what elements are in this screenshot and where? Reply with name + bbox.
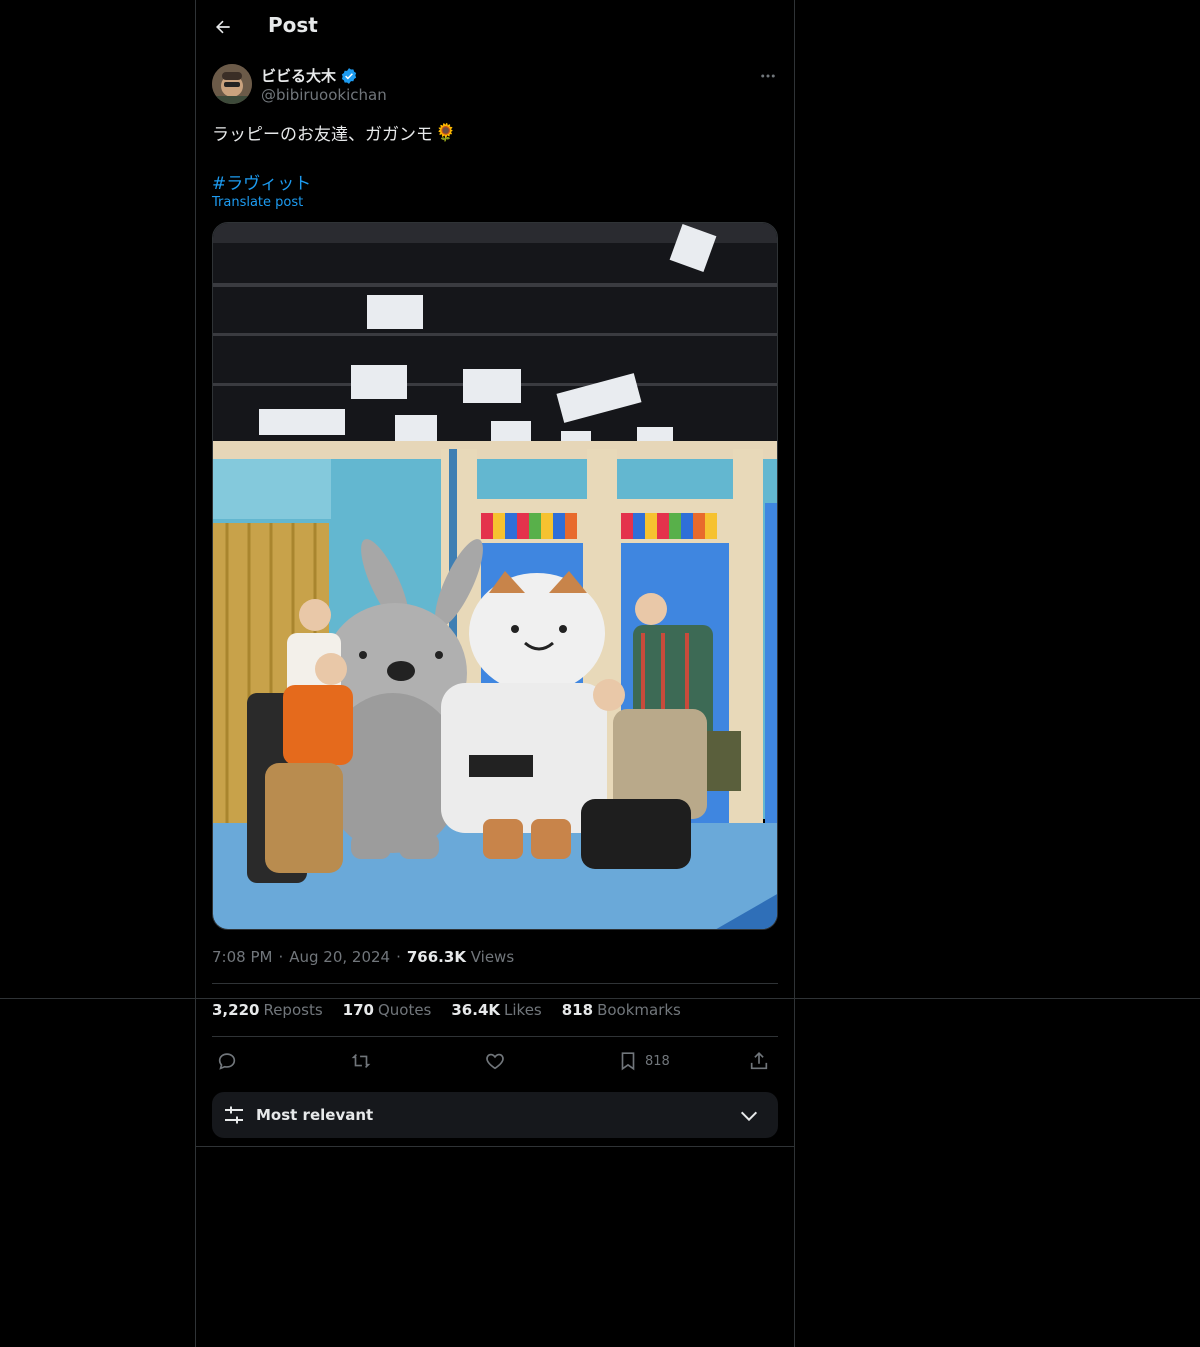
bookmarks-label: Bookmarks xyxy=(597,1001,681,1019)
reposts-label: Reposts xyxy=(263,1001,323,1019)
hashtag-link[interactable]: #ラヴィット xyxy=(212,169,311,194)
chevron-down-icon xyxy=(740,1111,758,1122)
bookmark-count: 818 xyxy=(645,1053,670,1069)
more-button[interactable] xyxy=(756,64,780,88)
bookmark-icon xyxy=(621,1052,635,1071)
sort-dropdown[interactable]: Most relevant xyxy=(212,1092,778,1138)
repost-icon xyxy=(351,1053,371,1069)
sliders-icon xyxy=(225,1106,243,1124)
share-button[interactable] xyxy=(748,1049,770,1073)
likes-count: 36.4K xyxy=(451,1001,501,1019)
views-count: 766.3K xyxy=(406,948,466,966)
bookmarks-count: 818 xyxy=(561,1001,594,1019)
post-date[interactable]: Aug 20, 2024 xyxy=(289,948,390,966)
back-button[interactable] xyxy=(210,14,236,40)
bookmarks-stat[interactable]: 818 Bookmarks xyxy=(562,1001,681,1019)
quotes-label: Quotes xyxy=(377,1001,432,1019)
top-bar: Post xyxy=(196,0,795,53)
author-handle[interactable]: @bibiruookichan xyxy=(261,86,387,104)
views-label: Views xyxy=(470,948,515,966)
more-icon xyxy=(761,74,775,78)
bookmark-button[interactable]: 818 xyxy=(617,1049,670,1073)
back-arrow-icon xyxy=(216,20,230,34)
sunflower-emoji: 🌻 xyxy=(435,122,457,143)
meta-separator: · xyxy=(396,948,401,966)
like-button[interactable] xyxy=(484,1049,506,1073)
author-name-row[interactable]: ビビる大木 xyxy=(261,65,358,86)
verified-badge-icon xyxy=(341,67,357,84)
avatar[interactable] xyxy=(212,64,252,104)
likes-label: Likes xyxy=(504,1001,542,1019)
author-name[interactable]: ビビる大木 xyxy=(261,65,336,86)
reposts-count: 3,220 xyxy=(212,1001,260,1019)
quotes-count: 170 xyxy=(342,1001,374,1019)
divider xyxy=(212,983,778,984)
quotes-stat[interactable]: 170 Quotes xyxy=(343,1001,432,1019)
heart-icon xyxy=(486,1053,504,1070)
sort-label: Most relevant xyxy=(256,1106,374,1124)
post-time[interactable]: 7:08 PM xyxy=(212,948,272,966)
post-photo[interactable] xyxy=(212,222,778,930)
meta-separator: · xyxy=(278,948,284,966)
likes-stat[interactable]: 36.4K Likes xyxy=(451,1001,541,1019)
views: 766.3K Views xyxy=(407,948,514,966)
main-column: Post ビビる大木 @bibiruookichan ラッピーのお友達、ガガンモ… xyxy=(195,0,795,1347)
repost-button[interactable] xyxy=(350,1049,372,1073)
post-text: ラッピーのお友達、ガガンモ 🌻 xyxy=(212,120,457,146)
reposts-stat[interactable]: 3,220 Reposts xyxy=(212,1001,323,1019)
translate-post-link[interactable]: Translate post xyxy=(212,195,303,210)
share-icon xyxy=(750,1052,768,1070)
post-stats: 3,220 Reposts 170 Quotes 36.4K Likes 818 Boo… xyxy=(212,1001,681,1019)
page-title: Post xyxy=(268,13,318,37)
divider xyxy=(212,1036,778,1037)
action-bar: 818 xyxy=(212,1046,778,1076)
avatar-image xyxy=(212,64,252,104)
reply-icon xyxy=(218,1053,236,1070)
horizontal-rule-bottom xyxy=(195,1146,795,1147)
reply-button[interactable] xyxy=(216,1049,238,1073)
studio-photo-image xyxy=(213,223,777,929)
post-text-content: ラッピーのお友達、ガガンモ xyxy=(212,125,433,145)
post-meta: 7:08 PM · Aug 20, 2024 · 766.3K Views xyxy=(212,948,514,966)
